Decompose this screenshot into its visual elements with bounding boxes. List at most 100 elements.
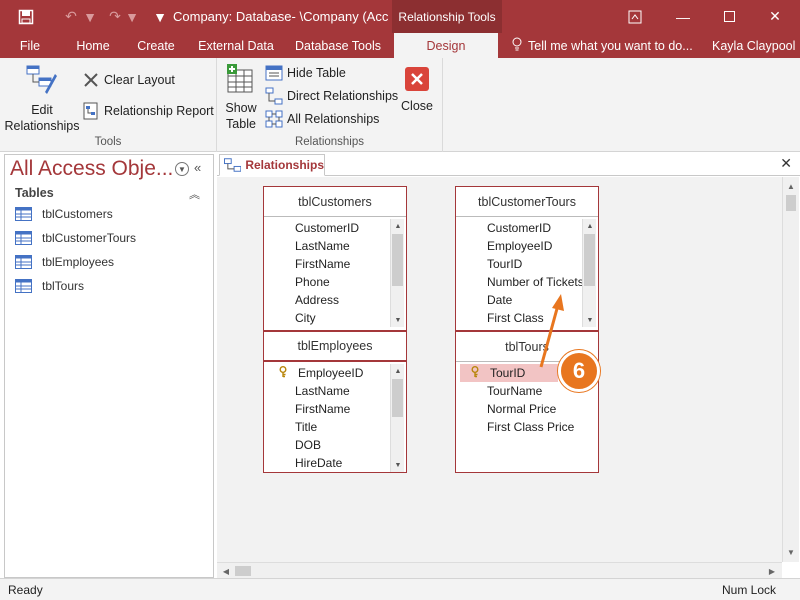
scroll-down-icon[interactable]: ▼ — [583, 313, 597, 327]
field-list-scrollbar[interactable]: ▲ ▼ — [582, 219, 596, 327]
field-item[interactable]: First Class Price — [456, 418, 598, 436]
close-document-icon[interactable]: ✕ — [780, 155, 792, 172]
field-item[interactable]: FirstName — [264, 255, 406, 273]
table-icon — [15, 231, 32, 245]
primary-key-icon — [470, 365, 484, 381]
window-title: Company: Database- \Company (Acces... — [173, 9, 388, 24]
field-item[interactable]: TourID — [456, 255, 598, 273]
nav-section-tables[interactable]: Tables — [15, 186, 54, 200]
relationships-canvas[interactable]: tblCustomers CustomerID LastName FirstNa… — [217, 177, 782, 562]
scroll-thumb[interactable] — [235, 566, 251, 576]
ribbon-display-options-icon[interactable] — [612, 0, 658, 33]
table-tblemployees[interactable]: tblEmployees EmployeeID LastName FirstNa… — [263, 331, 407, 473]
close-window-icon[interactable]: ✕ — [752, 0, 798, 33]
edit-relationships-button[interactable]: Edit Relationships — [4, 64, 80, 134]
field-item[interactable]: Phone — [264, 273, 406, 291]
ribbon-tabs: File Home Create External Data Database … — [0, 33, 800, 58]
nav-collapse-icon[interactable]: « — [194, 160, 201, 175]
direct-relationships-button[interactable]: Direct Relationships — [265, 85, 398, 107]
table-title[interactable]: tblCustomers — [264, 187, 406, 217]
canvas-vertical-scrollbar[interactable]: ▲ ▼ — [782, 177, 799, 562]
user-account[interactable]: Kayla Claypool — [712, 33, 795, 58]
minimize-icon[interactable]: — — [660, 0, 706, 33]
field-item[interactable]: CustomerID — [456, 219, 598, 237]
field-item[interactable]: City — [264, 309, 406, 327]
undo-dropdown-icon[interactable]: ▼ — [83, 0, 97, 33]
field-item[interactable]: Address — [264, 291, 406, 309]
scroll-up-icon[interactable]: ▲ — [391, 364, 405, 378]
scroll-left-icon[interactable]: ◀ — [219, 564, 233, 578]
nav-item-tbltours[interactable]: tblTours — [15, 276, 84, 296]
scroll-thumb[interactable] — [392, 379, 403, 417]
scroll-up-icon[interactable]: ▲ — [583, 219, 597, 233]
field-list-scrollbar[interactable]: ▲ ▼ — [390, 219, 404, 327]
scroll-thumb[interactable] — [584, 234, 595, 286]
field-item[interactable]: LastName — [264, 237, 406, 255]
scroll-down-icon[interactable]: ▼ — [391, 458, 405, 472]
scroll-thumb[interactable] — [392, 234, 403, 286]
show-table-button[interactable]: Show Table — [223, 64, 259, 132]
field-item[interactable]: Date — [456, 291, 598, 309]
table-title[interactable]: tblCustomerTours — [456, 187, 598, 217]
redo-icon[interactable]: ↷ — [104, 0, 126, 33]
all-relationships-button[interactable]: All Relationships — [265, 108, 379, 130]
scroll-down-icon[interactable]: ▼ — [391, 313, 405, 327]
undo-icon[interactable]: ↶ — [60, 0, 82, 33]
field-item[interactable]: First Class — [456, 309, 598, 327]
field-list-scrollbar[interactable]: ▲ ▼ — [390, 364, 404, 472]
tab-home[interactable]: Home — [67, 33, 119, 58]
ribbon: Edit Relationships Clear Layout Relation… — [0, 58, 800, 152]
field-item[interactable]: FirstName — [264, 400, 406, 418]
customize-quick-access-icon[interactable]: ▼ — [152, 0, 168, 33]
field-item-primary-key[interactable]: EmployeeID — [264, 364, 406, 382]
relationship-report-icon — [82, 102, 100, 120]
canvas-horizontal-scrollbar[interactable]: ◀ ▶ — [217, 562, 782, 578]
scroll-up-icon[interactable]: ▲ — [391, 219, 405, 233]
field-item-primary-key-selected[interactable]: TourID — [460, 364, 558, 382]
all-relationships-icon — [265, 110, 283, 128]
field-item[interactable]: CustomerID — [264, 219, 406, 237]
scroll-thumb[interactable] — [786, 195, 796, 211]
field-item[interactable]: EmployeeID — [456, 237, 598, 255]
tab-file[interactable]: File — [10, 33, 50, 58]
tab-relationships[interactable]: Relationships — [219, 154, 325, 176]
field-item[interactable]: LastName — [264, 382, 406, 400]
field-item[interactable]: DOB — [264, 436, 406, 454]
relationship-report-button[interactable]: Relationship Report — [82, 100, 214, 122]
table-tblcustomers[interactable]: tblCustomers CustomerID LastName FirstNa… — [263, 186, 407, 331]
tab-design[interactable]: Design — [394, 33, 498, 58]
tab-external-data[interactable]: External Data — [193, 33, 279, 58]
context-tab-relationship-tools: Relationship Tools — [392, 0, 502, 33]
field-item[interactable]: Title — [264, 418, 406, 436]
section-collapse-icon[interactable]: ︽ — [189, 186, 200, 202]
hide-table-button[interactable]: Hide Table — [265, 62, 346, 84]
table-title[interactable]: tblEmployees — [264, 332, 406, 362]
ribbon-group-tools: Edit Relationships Clear Layout Relation… — [0, 58, 217, 152]
redo-dropdown-icon[interactable]: ▼ — [125, 0, 139, 33]
table-icon — [15, 279, 32, 293]
nav-menu-chevron-icon[interactable]: ▼ — [175, 162, 189, 176]
field-item[interactable]: Number of Tickets — [456, 273, 598, 291]
nav-item-tblcustomertours[interactable]: tblCustomerTours — [15, 228, 136, 248]
table-tblcustomertours[interactable]: tblCustomerTours CustomerID EmployeeID T… — [455, 186, 599, 331]
save-icon[interactable] — [12, 0, 40, 33]
close-relationships-button[interactable]: Close — [397, 66, 437, 114]
nav-item-tblcustomers[interactable]: tblCustomers — [15, 204, 113, 224]
scroll-down-icon[interactable]: ▼ — [784, 545, 798, 559]
clear-layout-button[interactable]: Clear Layout — [82, 69, 175, 91]
nav-pane-title[interactable]: All Access Obje... — [10, 157, 173, 181]
field-item[interactable]: HireDate — [264, 454, 406, 472]
nav-item-tblemployees[interactable]: tblEmployees — [15, 252, 114, 272]
maximize-icon[interactable] — [706, 0, 752, 33]
tab-create[interactable]: Create — [129, 33, 183, 58]
show-table-icon — [223, 64, 259, 98]
scroll-right-icon[interactable]: ▶ — [765, 564, 779, 578]
scroll-up-icon[interactable]: ▲ — [784, 179, 798, 193]
tell-me-search[interactable]: Tell me what you want to do... — [512, 33, 693, 58]
tab-database-tools[interactable]: Database Tools — [289, 33, 387, 58]
relationships-icon — [224, 158, 242, 172]
document-tab-bar: Relationships ✕ — [217, 152, 800, 176]
table-icon — [15, 255, 32, 269]
field-item[interactable]: Normal Price — [456, 400, 598, 418]
close-icon — [397, 66, 437, 96]
